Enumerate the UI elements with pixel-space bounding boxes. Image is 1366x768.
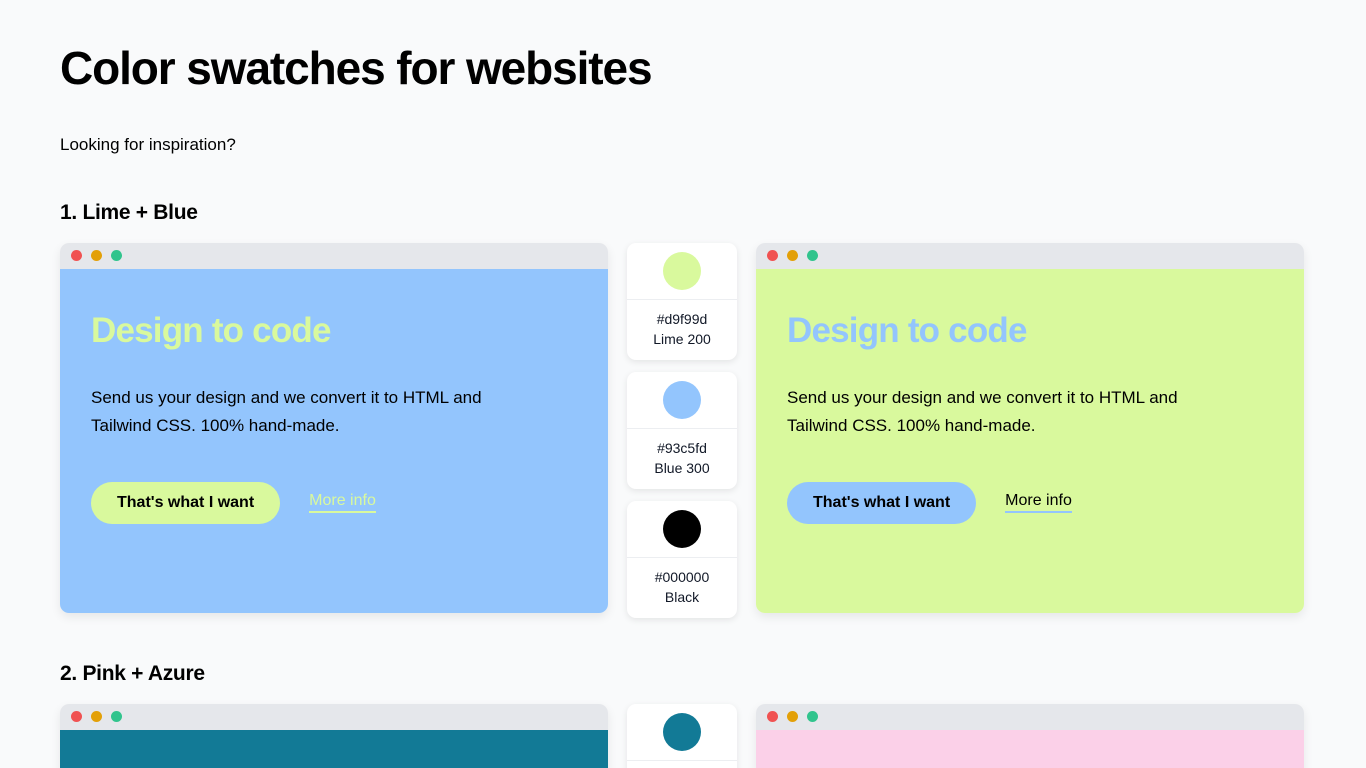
color-circle-icon (663, 380, 701, 419)
hero-body-text: Send us your design and we convert it to… (91, 388, 482, 436)
browser-viewport (756, 729, 1304, 768)
swatch-preview (627, 243, 737, 300)
more-info-link[interactable]: More info (1005, 493, 1072, 514)
close-icon[interactable] (71, 711, 82, 723)
browser-card-right-2[interactable] (756, 703, 1304, 768)
maximize-icon[interactable] (807, 711, 818, 723)
swatch-row-1: Design to code Send us your design and w… (60, 242, 1306, 618)
swatch-hex: #d9f99d (656, 310, 708, 327)
swatch-preview (627, 501, 737, 558)
swatch-meta: #127a96 Azure (627, 761, 737, 768)
swatch-hex: #93c5fd (657, 439, 707, 456)
maximize-icon[interactable] (111, 711, 122, 723)
hero-title: Design to code (91, 310, 331, 350)
minimize-icon[interactable] (787, 250, 798, 262)
swatch-card[interactable]: #93c5fd Blue 300 (627, 371, 737, 489)
minimize-icon[interactable] (91, 711, 102, 723)
page-root: Color swatches for websites Looking for … (0, 0, 1366, 768)
hero-title: Design to code (787, 310, 1027, 350)
swatch-hex: #000000 (654, 568, 710, 585)
browser-viewport: Design to code Send us your design and w… (756, 268, 1304, 613)
maximize-icon[interactable] (807, 250, 818, 262)
hero-actions: That's what I want More info (91, 482, 577, 525)
hero-body-text: Send us your design and we convert it to… (787, 388, 1178, 436)
swatch-name: Blue 300 (654, 459, 710, 476)
section-heading-1: 1. Lime + Blue (60, 200, 198, 224)
close-icon[interactable] (71, 250, 82, 262)
color-circle-icon (663, 251, 701, 290)
swatch-meta: #93c5fd Blue 300 (627, 429, 737, 489)
browser-card-left-2[interactable] (60, 703, 608, 768)
close-icon[interactable] (767, 711, 778, 723)
swatch-name: Lime 200 (653, 330, 711, 347)
swatch-name: Black (664, 588, 700, 605)
close-icon[interactable] (767, 250, 778, 262)
browser-card-left-1[interactable]: Design to code Send us your design and w… (60, 242, 608, 613)
color-circle-icon (663, 509, 701, 548)
maximize-icon[interactable] (111, 250, 122, 262)
minimize-icon[interactable] (91, 250, 102, 262)
color-circle-icon (663, 712, 701, 751)
browser-viewport: Design to code Send us your design and w… (60, 268, 608, 613)
swatch-preview (627, 704, 737, 761)
browser-chrome (756, 703, 1304, 730)
cta-button[interactable]: That's what I want (91, 482, 281, 525)
swatch-card[interactable]: #d9f99d Lime 200 (627, 242, 737, 360)
browser-chrome (60, 703, 608, 730)
swatch-meta: #d9f99d Lime 200 (627, 300, 737, 360)
swatch-column-1: #d9f99d Lime 200 #93c5fd Blue 300 #00000… (627, 242, 737, 618)
cta-button[interactable]: That's what I want (787, 482, 977, 525)
swatch-row-2: #127a96 Azure (60, 703, 1306, 768)
page-subtitle: Looking for inspiration? (60, 135, 236, 154)
swatch-preview (627, 372, 737, 429)
swatch-meta: #000000 Black (627, 558, 737, 618)
swatch-column-2: #127a96 Azure (627, 703, 737, 768)
browser-chrome (756, 242, 1304, 269)
section-heading-2: 2. Pink + Azure (60, 661, 205, 685)
browser-chrome (60, 242, 608, 269)
hero-actions: That's what I want More info (787, 482, 1273, 525)
swatch-card[interactable]: #127a96 Azure (627, 703, 737, 768)
minimize-icon[interactable] (787, 711, 798, 723)
page-title: Color swatches for websites (60, 42, 653, 94)
more-info-link[interactable]: More info (309, 493, 376, 514)
browser-card-right-1[interactable]: Design to code Send us your design and w… (756, 242, 1304, 613)
swatch-card[interactable]: #000000 Black (627, 500, 737, 618)
browser-viewport (60, 729, 608, 768)
